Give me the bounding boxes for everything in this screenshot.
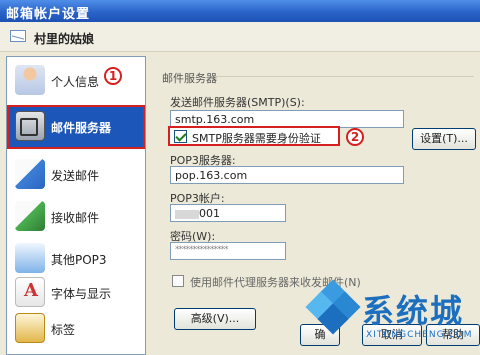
title-bar: 邮箱帐户设置 <box>0 0 480 22</box>
password-input[interactable]: *************** <box>170 242 286 260</box>
mailbox-icon <box>10 30 26 42</box>
pop3-account-input[interactable]: 001 <box>170 204 286 222</box>
sidebar-item-receive-mail[interactable]: 接收邮件 <box>9 197 143 237</box>
sidebar-item-label: 发送邮件 <box>51 169 100 183</box>
advanced-button[interactable]: 高级(V)... <box>174 308 256 330</box>
person-icon <box>15 65 45 95</box>
site-watermark: 系统城 XITONGCHENG.COM <box>300 276 480 355</box>
receive-mail-icon <box>15 201 45 231</box>
annotation-marker-1: 1 <box>104 67 122 85</box>
section-title: 邮件服务器 <box>162 72 217 85</box>
pop3-icon <box>15 243 45 273</box>
sidebar-item-label: 个人信息 <box>51 75 100 89</box>
sidebar-item-send-mail[interactable]: 发送邮件 <box>9 155 143 195</box>
font-icon <box>15 277 45 307</box>
settings-sidebar: 个人信息 邮件服务器 发送邮件 接收邮件 其他POP3 字体与显示 标签 <box>6 56 146 355</box>
sidebar-item-label: 字体与显示 <box>51 287 112 301</box>
smtp-settings-button[interactable]: 设置(T)... <box>412 128 476 150</box>
watermark-logo-icon <box>305 279 361 335</box>
section-divider <box>216 76 474 77</box>
sidebar-item-label: 其他POP3 <box>51 253 107 267</box>
annotation-marker-2: 2 <box>346 128 364 146</box>
smtp-auth-checkbox[interactable] <box>174 130 187 143</box>
tag-icon <box>15 313 45 343</box>
watermark-subtext: XITONGCHENG.COM <box>366 330 473 340</box>
sidebar-item-font-display[interactable]: 字体与显示 <box>9 273 143 313</box>
pop3-server-input[interactable]: pop.163.com <box>170 166 404 184</box>
proxy-checkbox[interactable] <box>172 275 184 287</box>
window-title: 邮箱帐户设置 <box>6 7 91 22</box>
smtp-label: 发送邮件服务器(SMTP)(S): <box>170 96 305 109</box>
watermark-text: 系统城 <box>362 292 465 330</box>
pop3-account-value: 001 <box>199 207 220 220</box>
server-icon <box>15 111 45 141</box>
account-header: 村里的姑娘 <box>0 22 480 52</box>
smtp-auth-label: SMTP服务器需要身份验证 <box>192 132 321 145</box>
sidebar-item-label: 邮件服务器 <box>51 121 112 135</box>
sidebar-item-label: 接收邮件 <box>51 211 100 225</box>
sidebar-item-tags[interactable]: 标签 <box>9 309 143 349</box>
smtp-auth-checkbox-row[interactable]: SMTP服务器需要身份验证 <box>168 126 340 146</box>
account-name: 村里的姑娘 <box>34 32 95 46</box>
sidebar-item-label: 标签 <box>51 323 76 337</box>
redacted-mask <box>175 209 199 219</box>
sidebar-item-mail-server[interactable]: 邮件服务器 <box>7 105 145 149</box>
sidebar-item-personal-info[interactable]: 个人信息 <box>9 61 143 101</box>
send-mail-icon <box>15 159 45 189</box>
